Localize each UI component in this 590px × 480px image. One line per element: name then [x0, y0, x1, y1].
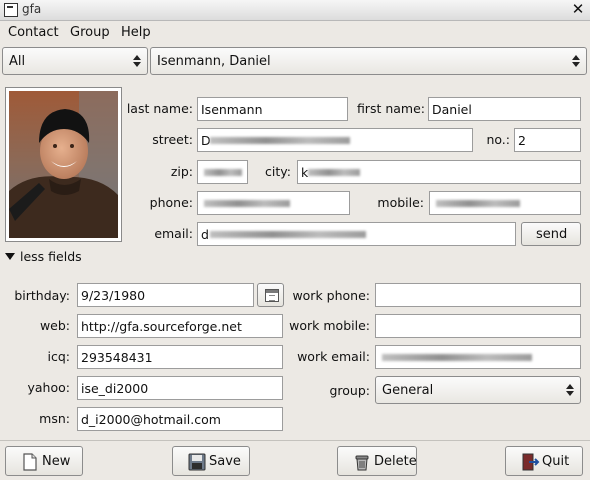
menu-help[interactable]: Help	[121, 25, 151, 40]
first-name-field[interactable]: Daniel	[428, 97, 581, 121]
email-field[interactable]: d	[197, 222, 516, 246]
work-email-field[interactable]	[375, 345, 581, 369]
quit-button[interactable]: Quit	[505, 446, 583, 476]
group-select-value: General	[382, 383, 434, 398]
web-value: http://gfa.sourceforge.net	[81, 319, 242, 334]
select-arrows-icon	[133, 53, 141, 69]
email-label: email:	[154, 226, 193, 241]
first-name-value: Daniel	[432, 102, 472, 117]
window-title: gfa	[22, 2, 42, 16]
last-name-label: last name:	[126, 101, 193, 116]
calendar-icon	[265, 289, 279, 302]
contact-photo[interactable]	[5, 87, 122, 242]
mobile-field[interactable]	[429, 191, 581, 215]
redacted-text	[382, 354, 532, 361]
email-value: d	[201, 227, 209, 242]
new-document-icon	[23, 453, 37, 471]
phone-field[interactable]	[197, 191, 350, 215]
exit-door-icon	[522, 453, 540, 471]
contact-select[interactable]: Isenmann, Daniel	[150, 47, 587, 75]
birthday-value: 9/23/1980	[81, 288, 146, 303]
less-fields-label: less fields	[20, 249, 82, 264]
birthday-field[interactable]: 9/23/1980	[77, 283, 254, 307]
select-arrows-icon	[572, 53, 580, 69]
msn-label: msn:	[39, 411, 70, 426]
zip-field[interactable]	[197, 160, 248, 184]
menu-group[interactable]: Group	[70, 25, 110, 40]
icq-label: icq:	[47, 349, 71, 364]
house-no-field[interactable]: 2	[514, 128, 581, 152]
house-no-label: no.:	[486, 132, 510, 147]
icq-field[interactable]: 293548431	[77, 345, 283, 369]
msn-field[interactable]: d_i2000@hotmail.com	[77, 407, 283, 431]
street-label: street:	[152, 132, 193, 147]
first-name-label: first name:	[356, 101, 425, 116]
filter-select-value: All	[9, 54, 26, 69]
last-name-field[interactable]: Isenmann	[197, 97, 348, 121]
last-name-value: Isenmann	[201, 102, 263, 117]
save-button-label: Save	[209, 454, 241, 469]
trash-icon	[355, 455, 369, 471]
work-mobile-label: work mobile:	[289, 318, 370, 333]
mobile-label: mobile:	[377, 195, 424, 210]
new-button-label: New	[42, 454, 71, 469]
yahoo-value: ise_di2000	[81, 381, 149, 396]
redacted-text	[308, 169, 360, 176]
delete-button[interactable]: Delete	[337, 446, 417, 476]
street-field[interactable]: D	[197, 128, 473, 152]
yahoo-field[interactable]: ise_di2000	[77, 376, 283, 400]
filter-select[interactable]: All	[2, 47, 148, 75]
send-button-label: send	[536, 227, 568, 242]
title-bar: gfa ✕	[0, 0, 590, 21]
phone-label: phone:	[149, 195, 193, 210]
redacted-text	[210, 231, 366, 238]
work-mobile-field[interactable]	[375, 314, 581, 338]
window-menu-icon[interactable]	[4, 3, 18, 17]
floppy-disk-icon	[188, 453, 206, 471]
contact-select-value: Isenmann, Daniel	[157, 54, 271, 69]
redacted-text	[210, 137, 350, 144]
web-field[interactable]: http://gfa.sourceforge.net	[77, 314, 283, 338]
quit-button-label: Quit	[542, 454, 570, 469]
city-label: city:	[265, 164, 291, 179]
separator	[0, 440, 590, 441]
work-email-label: work email:	[297, 349, 370, 364]
contact-photo-image	[9, 91, 118, 238]
menu-bar: Contact Group Help	[0, 21, 590, 43]
redacted-text	[436, 200, 520, 207]
house-no-value: 2	[518, 133, 526, 148]
work-phone-field[interactable]	[375, 283, 581, 307]
zip-label: zip:	[170, 164, 193, 179]
delete-button-label: Delete	[374, 454, 417, 469]
group-label: group:	[329, 383, 370, 398]
work-phone-label: work phone:	[292, 288, 370, 303]
redacted-text	[204, 200, 290, 207]
group-select[interactable]: General	[375, 376, 581, 404]
new-button[interactable]: New	[5, 446, 83, 476]
web-label: web:	[39, 318, 70, 333]
expander-arrow-icon	[5, 253, 15, 260]
send-button[interactable]: send	[521, 222, 581, 246]
redacted-text	[204, 169, 242, 176]
birthday-label: birthday:	[14, 288, 70, 303]
yahoo-label: yahoo:	[27, 380, 71, 395]
city-field[interactable]: k	[297, 160, 581, 184]
msn-value: d_i2000@hotmail.com	[81, 412, 221, 427]
save-button[interactable]: Save	[172, 446, 250, 476]
close-icon[interactable]: ✕	[570, 1, 586, 17]
menu-contact[interactable]: Contact	[8, 25, 59, 40]
select-arrows-icon	[566, 382, 574, 398]
icq-value: 293548431	[81, 350, 153, 365]
